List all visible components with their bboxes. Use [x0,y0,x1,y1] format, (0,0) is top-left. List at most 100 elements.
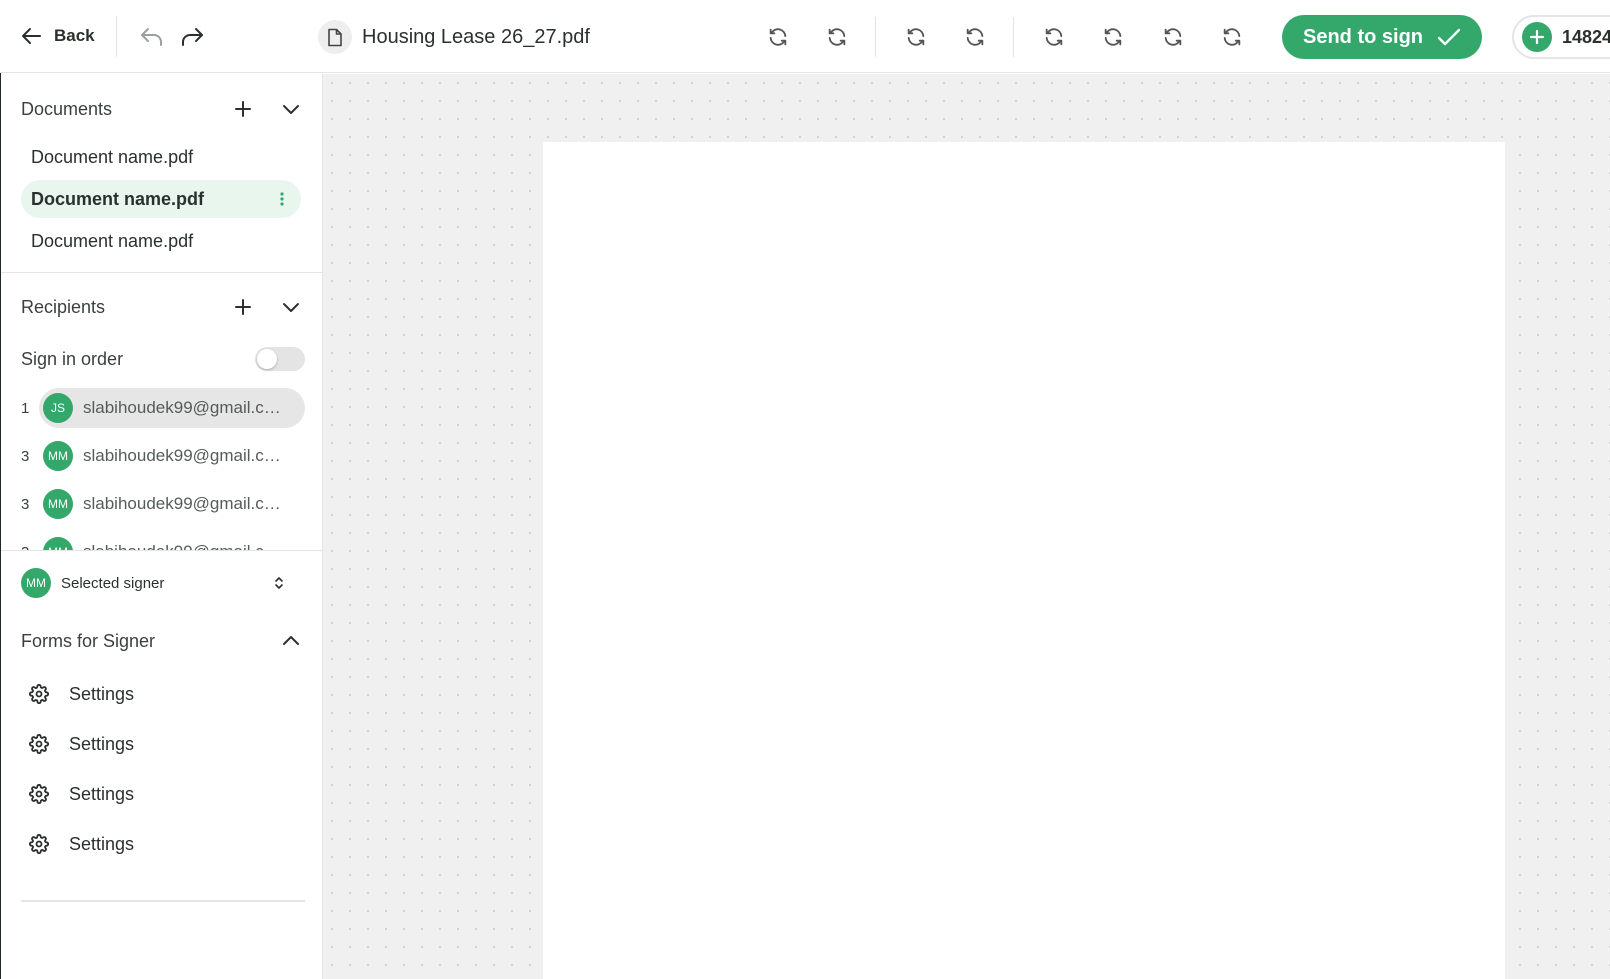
toolbar-divider [1013,17,1014,57]
document-canvas[interactable] [323,74,1610,979]
documents-title: Documents [21,98,113,119]
recipient-item[interactable]: 3 MM slabihoudek99@gmail.com [21,532,305,550]
refresh-button-8[interactable] [1218,23,1246,51]
refresh-icon [1164,28,1182,46]
chevron-up-icon [283,636,299,645]
form-item-label: Settings [69,733,135,754]
recipient-pill: MM slabihoudek99@gmail.com [39,436,305,476]
gear-icon [29,734,49,754]
refresh-icon [966,28,984,46]
sign-in-order-label: Sign in order [21,348,124,369]
plus-icon [235,101,251,117]
document-item-selected[interactable]: Document name.pdf [21,180,301,218]
refresh-icon [1104,28,1122,46]
forms-header[interactable]: Forms for Signer [21,626,305,656]
refresh-icon [828,28,846,46]
refresh-button-7[interactable] [1159,23,1187,51]
recipient-email: slabihoudek99@gmail.com [83,494,283,513]
toggle-knob [257,349,277,369]
selected-signer-dropdown[interactable]: MM Selected signer [21,568,305,598]
document-item-label: Document name.pdf [31,188,205,209]
section-divider [1,550,323,551]
collapse-recipients-button[interactable] [277,293,305,321]
recipient-email: slabihoudek99@gmail.com [83,446,283,465]
recipient-item[interactable]: 3 MM slabihoudek99@gmail.com [21,436,305,476]
redo-button[interactable] [178,24,206,50]
gear-icon [29,834,49,854]
send-to-sign-button[interactable]: Send to sign [1282,15,1482,59]
avatar: JS [43,393,73,423]
document-title-text: Housing Lease 26_27.pdf [362,25,590,48]
forms-title: Forms for Signer [21,630,156,651]
refresh-button-3[interactable] [902,23,930,51]
section-divider [1,272,323,273]
selected-signer-label: Selected signer [61,574,165,592]
kebab-menu-icon[interactable] [279,191,285,207]
recipient-email: slabihoudek99@gmail.com [83,542,283,550]
form-item-settings[interactable]: Settings [29,774,305,814]
document-page[interactable] [543,142,1505,979]
recipient-item[interactable]: 1 JS slabihoudek99@gmail.com [21,388,305,428]
credits-button[interactable]: 14824 [1512,15,1610,59]
gear-icon [29,784,49,804]
redo-icon [182,28,203,46]
recipient-order: 3 [21,495,30,513]
refresh-button-5[interactable] [1040,23,1068,51]
add-document-button[interactable] [229,95,257,123]
form-item-settings[interactable]: Settings [29,674,305,714]
form-item-label: Settings [69,683,135,704]
recipient-item[interactable]: 3 MM slabihoudek99@gmail.com [21,484,305,524]
back-button[interactable]: Back [20,22,95,50]
document-item[interactable]: Document name.pdf [21,222,301,260]
gear-icon [29,684,49,704]
chevron-down-icon [283,105,299,114]
chevron-down-icon [283,303,299,312]
form-item-label: Settings [69,783,135,804]
send-to-sign-label: Send to sign [1303,25,1423,48]
recipient-order: 1 [21,399,30,417]
recipient-pill: MM slabihoudek99@gmail.com [39,484,305,524]
refresh-icon [1045,28,1063,46]
refresh-button-2[interactable] [823,23,851,51]
top-toolbar: Back Housing Lease 26_27.pdf Send to sig… [0,0,1610,73]
add-recipient-button[interactable] [229,293,257,321]
form-item-label: Settings [69,833,135,854]
plus-circle-icon [1522,22,1552,52]
form-item-settings[interactable]: Settings [29,724,305,764]
sign-in-order-row: Sign in order [21,344,305,374]
sidebar: Documents Document name.pdf Document nam… [1,74,323,979]
refresh-button-4[interactable] [961,23,989,51]
chevron-up-down-icon [275,577,283,589]
recipient-order: 3 [21,447,30,465]
refresh-button-1[interactable] [764,23,792,51]
documents-header: Documents [21,94,305,124]
form-item-settings[interactable]: Settings [29,824,305,864]
file-icon [318,20,352,54]
arrow-left-icon [22,28,41,44]
refresh-icon [769,28,787,46]
back-label: Back [54,26,95,45]
collapse-documents-button[interactable] [277,95,305,123]
avatar: MM [43,537,73,550]
refresh-icon [907,28,925,46]
avatar: MM [43,441,73,471]
undo-icon [141,28,162,46]
plus-icon [235,299,251,315]
recipient-pill: MM slabihoudek99@gmail.com [39,532,305,550]
toolbar-divider [116,16,117,57]
avatar: MM [43,489,73,519]
credits-count: 14824 [1562,26,1610,47]
document-title: Housing Lease 26_27.pdf [318,20,590,54]
recipient-pill: JS slabihoudek99@gmail.com [39,388,305,428]
document-item-label: Document name.pdf [31,146,194,167]
avatar: MM [21,568,51,598]
sign-in-order-toggle[interactable] [255,347,305,371]
recipients-header: Recipients [21,292,305,322]
refresh-icon [1223,28,1241,46]
recipient-email: slabihoudek99@gmail.com [83,398,283,417]
undo-button[interactable] [138,24,166,50]
document-item[interactable]: Document name.pdf [21,138,301,176]
refresh-button-6[interactable] [1099,23,1127,51]
collapse-forms-button[interactable] [277,627,305,655]
toolbar-divider [875,17,876,57]
